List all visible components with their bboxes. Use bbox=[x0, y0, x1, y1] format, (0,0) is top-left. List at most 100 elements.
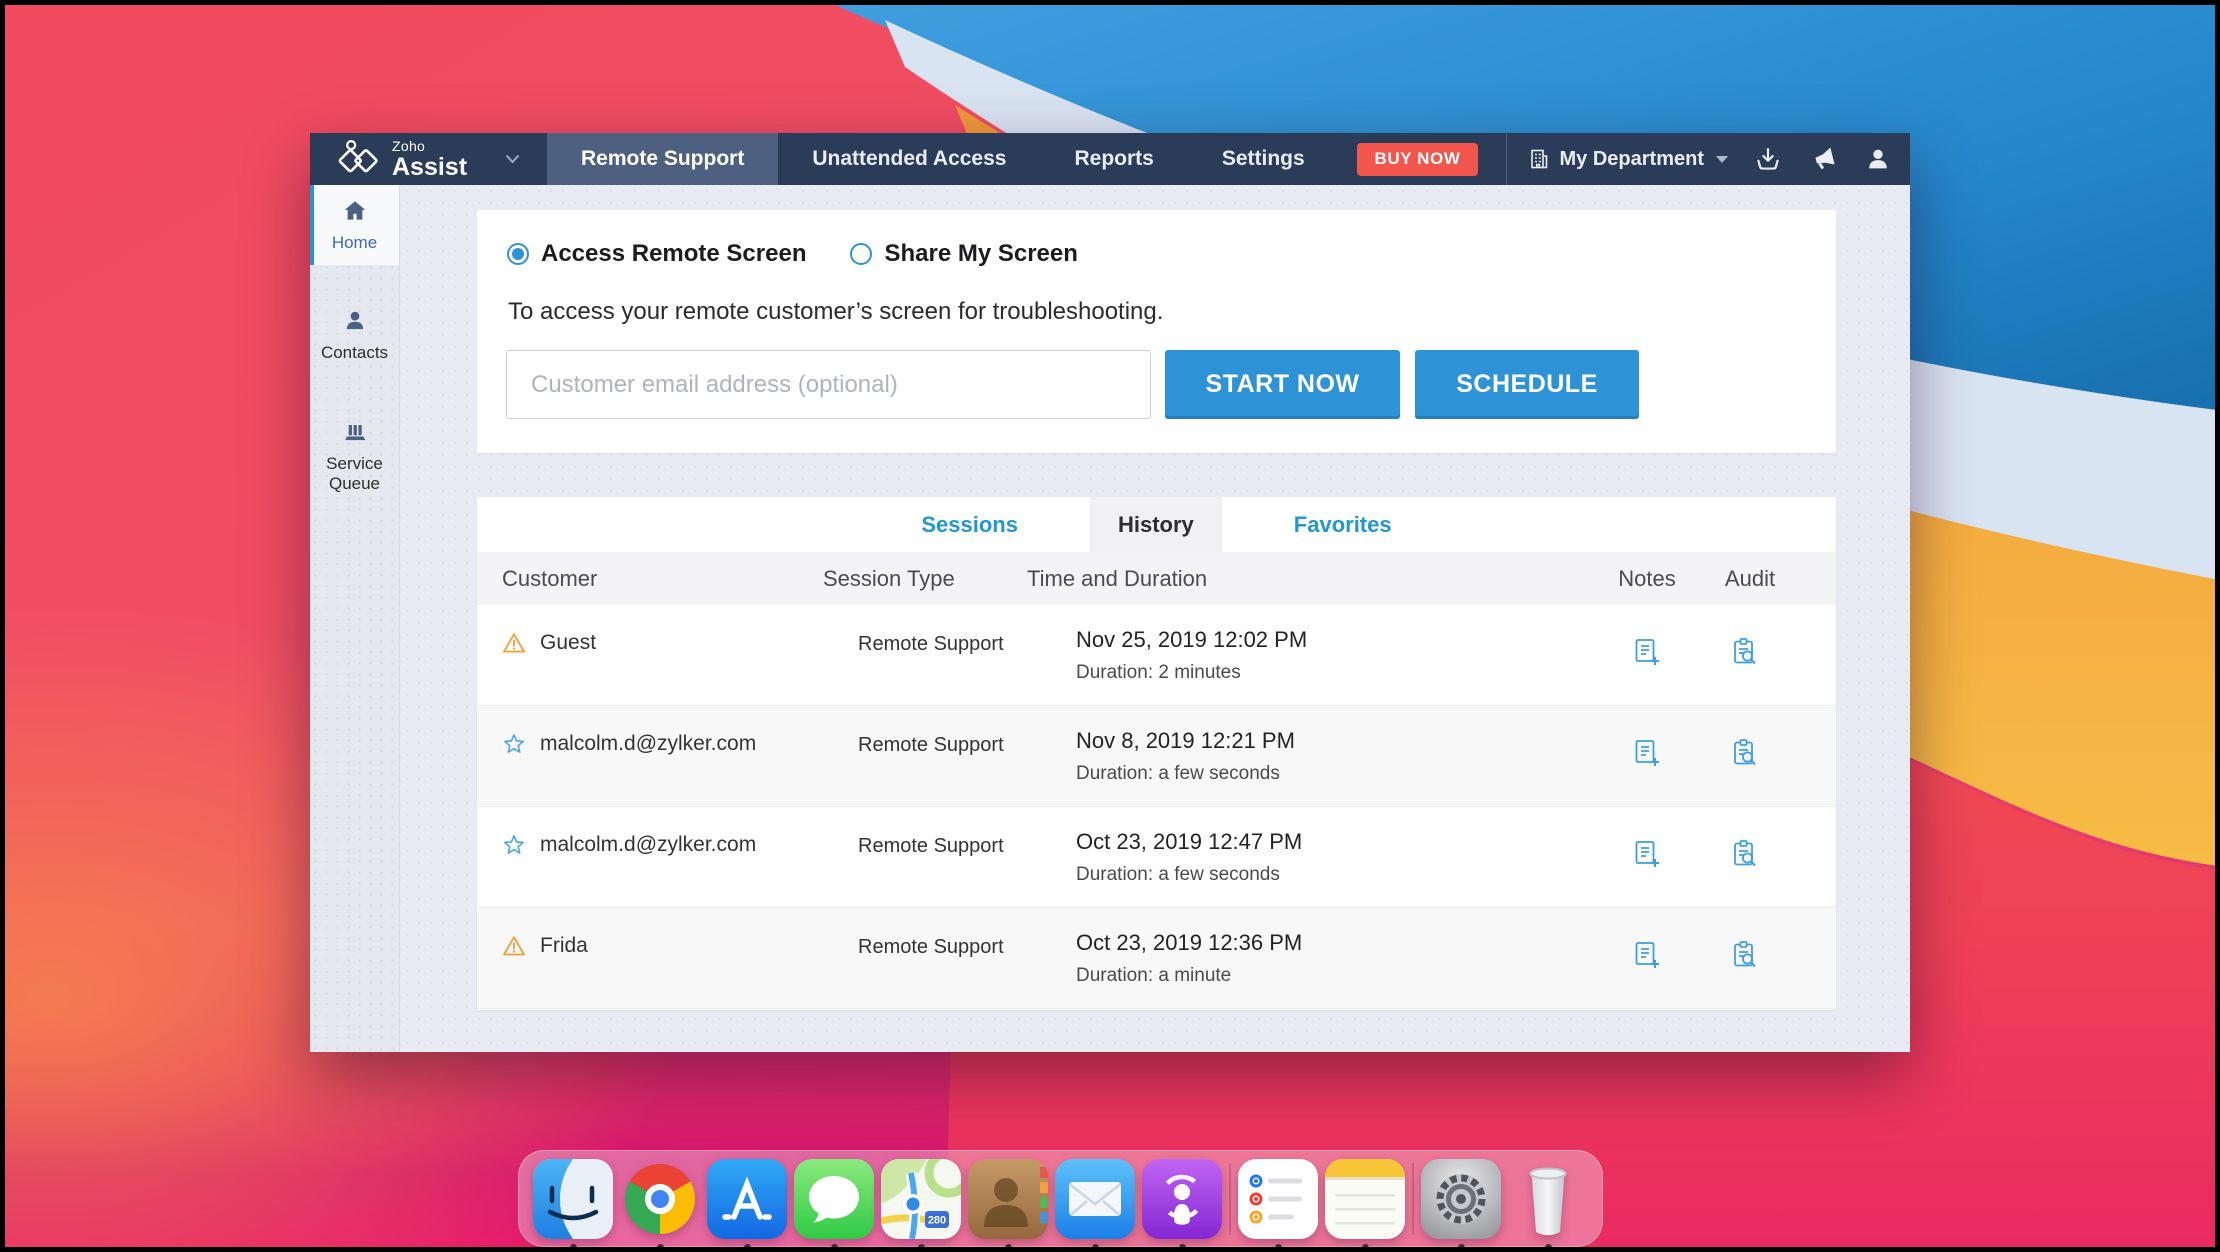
sidebar-item-label: Service Queue bbox=[326, 453, 383, 494]
radio-access-remote-screen[interactable]: Access Remote Screen bbox=[507, 240, 806, 268]
zoho-assist-logo-icon bbox=[338, 139, 378, 173]
nav-tab-settings[interactable]: Settings bbox=[1188, 133, 1339, 185]
nav-tab-unattended-access[interactable]: Unattended Access bbox=[778, 133, 1040, 185]
dock-finder-icon[interactable] bbox=[533, 1158, 613, 1247]
running-indicator-dot bbox=[569, 1243, 577, 1247]
session-time: Oct 23, 2019 12:36 PM bbox=[1076, 930, 1303, 955]
dock-contacts-icon[interactable] bbox=[968, 1158, 1048, 1247]
running-indicator-dot bbox=[1004, 1243, 1012, 1247]
running-indicator-dot bbox=[1457, 1243, 1465, 1247]
sidebar-item-service-queue[interactable]: Service Queue bbox=[310, 406, 399, 507]
table-row[interactable]: malcolm.d@zylker.com Remote Support Oct … bbox=[477, 807, 1836, 908]
start-now-button[interactable]: START NOW bbox=[1165, 350, 1400, 419]
main-content: Access Remote Screen Share My Screen To a… bbox=[401, 185, 1910, 1052]
audit-icon[interactable] bbox=[1690, 738, 1800, 768]
home-icon bbox=[344, 201, 365, 220]
dock-chrome-icon[interactable] bbox=[620, 1159, 700, 1247]
session-launcher-panel: Access Remote Screen Share My Screen To a… bbox=[477, 210, 1836, 453]
radio-circle-icon[interactable] bbox=[507, 243, 529, 265]
radio-share-my-screen[interactable]: Share My Screen bbox=[850, 240, 1078, 268]
column-header-customer: Customer bbox=[502, 565, 598, 591]
table-row[interactable]: malcolm.d@zylker.com Remote Support Nov … bbox=[477, 706, 1836, 807]
running-indicator-dot bbox=[830, 1243, 838, 1247]
dock-trash-icon[interactable] bbox=[1508, 1159, 1588, 1247]
session-duration: Duration: a minute bbox=[1076, 965, 1232, 986]
session-type: Remote Support bbox=[858, 936, 1004, 958]
sidebar-item-home[interactable]: Home bbox=[310, 185, 399, 266]
running-indicator-dot bbox=[1274, 1243, 1282, 1247]
left-sidebar: Home Contacts Service Queue bbox=[310, 185, 400, 1052]
announcement-megaphone-icon[interactable] bbox=[1808, 145, 1838, 173]
nav-tab-remote-support[interactable]: Remote Support bbox=[547, 133, 779, 185]
dock-podcasts-icon[interactable] bbox=[1142, 1158, 1222, 1247]
add-note-icon[interactable] bbox=[1587, 738, 1707, 768]
table-row[interactable]: Guest Remote Support Nov 25, 2019 12:02 … bbox=[477, 605, 1836, 706]
dock-maps-icon[interactable]: 280 bbox=[881, 1158, 961, 1247]
tab-sessions[interactable]: Sessions bbox=[893, 497, 1046, 552]
app-logo-text: Zoho Assist bbox=[392, 139, 467, 180]
service-queue-icon bbox=[344, 424, 365, 440]
column-header-time-duration: Time and Duration bbox=[1027, 565, 1208, 591]
screenshot-frame: Zoho Assist Remote Support Unattended Acc… bbox=[0, 0, 2220, 1252]
session-type: Remote Support bbox=[858, 633, 1004, 655]
session-type: Remote Support bbox=[858, 835, 1004, 857]
sidebar-item-label: Home bbox=[331, 233, 378, 252]
top-navbar: Zoho Assist Remote Support Unattended Acc… bbox=[310, 133, 1910, 185]
time-duration-cell: Nov 8, 2019 12:21 PM Duration: a few sec… bbox=[1076, 728, 1295, 785]
session-time: Nov 25, 2019 12:02 PM bbox=[1076, 627, 1308, 652]
warning-icon bbox=[502, 934, 526, 958]
nav-tab-reports[interactable]: Reports bbox=[1040, 133, 1187, 185]
schedule-button[interactable]: SCHEDULE bbox=[1415, 350, 1639, 419]
dock-messages-icon[interactable] bbox=[794, 1158, 874, 1247]
running-indicator-dot bbox=[917, 1243, 925, 1247]
launcher-controls: START NOW SCHEDULE bbox=[506, 350, 1639, 419]
sidebar-item-label: Contacts bbox=[320, 343, 389, 363]
radio-circle-icon[interactable] bbox=[850, 243, 873, 265]
time-duration-cell: Oct 23, 2019 12:36 PM Duration: a minute bbox=[1076, 930, 1302, 987]
add-note-icon[interactable] bbox=[1587, 839, 1707, 869]
customer-name: Frida bbox=[540, 934, 588, 957]
audit-icon[interactable] bbox=[1690, 940, 1800, 970]
tab-favorites[interactable]: Favorites bbox=[1266, 497, 1420, 552]
dock-system-preferences-icon[interactable] bbox=[1421, 1158, 1501, 1247]
column-header-audit: Audit bbox=[1724, 565, 1776, 591]
download-icon[interactable] bbox=[1754, 145, 1782, 173]
user-account-icon[interactable] bbox=[1864, 145, 1892, 173]
dock-mail-icon[interactable] bbox=[1055, 1158, 1135, 1247]
customer-cell: Frida bbox=[502, 934, 588, 958]
customer-cell: malcolm.d@zylker.com bbox=[502, 732, 756, 756]
department-selector[interactable]: My Department bbox=[1527, 147, 1728, 171]
main-nav-tabs: Remote Support Unattended Access Reports Se… bbox=[547, 133, 1339, 185]
favorite-star-icon[interactable] bbox=[502, 833, 526, 857]
add-note-icon[interactable] bbox=[1587, 940, 1707, 970]
dock-separator bbox=[1412, 1162, 1414, 1235]
tab-history[interactable]: History bbox=[1089, 497, 1222, 552]
session-duration: Duration: a few seconds bbox=[1076, 763, 1280, 784]
table-body: Guest Remote Support Nov 25, 2019 12:02 … bbox=[477, 605, 1836, 1009]
customer-email-input[interactable] bbox=[506, 350, 1151, 419]
session-time: Oct 23, 2019 12:47 PM bbox=[1076, 829, 1303, 854]
session-type: Remote Support bbox=[858, 734, 1004, 756]
customer-name: Guest bbox=[540, 631, 597, 654]
time-duration-cell: Nov 25, 2019 12:02 PM Duration: 2 minute… bbox=[1076, 627, 1307, 684]
department-building-icon bbox=[1530, 149, 1547, 169]
dock-reminders-icon[interactable] bbox=[1238, 1158, 1318, 1247]
customer-cell: malcolm.d@zylker.com bbox=[502, 833, 756, 857]
dock-separator bbox=[1229, 1162, 1231, 1235]
running-indicator-dot bbox=[1178, 1243, 1186, 1247]
audit-icon[interactable] bbox=[1690, 637, 1800, 667]
sidebar-item-contacts[interactable]: Contacts bbox=[310, 295, 399, 375]
department-label: My Department bbox=[1559, 147, 1704, 170]
chevron-down-icon[interactable] bbox=[505, 154, 520, 164]
table-row[interactable]: Frida Remote Support Oct 23, 2019 12:36 … bbox=[477, 908, 1836, 1009]
audit-icon[interactable] bbox=[1690, 839, 1800, 869]
favorite-star-icon[interactable] bbox=[502, 732, 526, 756]
session-time: Nov 8, 2019 12:21 PM bbox=[1076, 728, 1295, 753]
dock-app-store-icon[interactable] bbox=[707, 1158, 787, 1247]
customer-name: malcolm.d@zylker.com bbox=[540, 732, 757, 755]
app-logo[interactable]: Zoho Assist bbox=[310, 133, 547, 185]
brand-zoho: Zoho bbox=[392, 137, 426, 154]
add-note-icon[interactable] bbox=[1587, 637, 1707, 667]
dock-notes-icon[interactable] bbox=[1325, 1158, 1405, 1247]
buy-now-button[interactable]: BUY NOW bbox=[1357, 142, 1478, 176]
